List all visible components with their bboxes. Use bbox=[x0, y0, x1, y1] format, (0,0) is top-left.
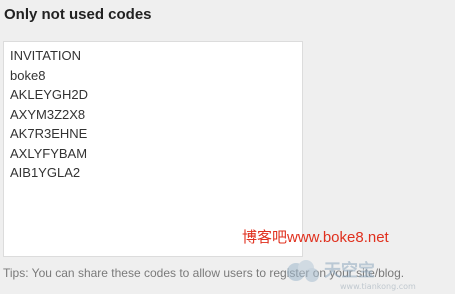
watermark-logo-subtext: www.tiankong.com bbox=[340, 282, 416, 291]
cloud-icon bbox=[287, 260, 319, 282]
code-item: AK7R3EHNE bbox=[10, 126, 88, 141]
section-title: Only not used codes bbox=[4, 6, 152, 23]
code-item: AXYM3Z2X8 bbox=[10, 106, 86, 122]
watermark-logo: 天空宝 www.tiankong.com bbox=[287, 260, 416, 291]
codes-list: INVITATION boke8 AKLEYGH2D AXYM3Z2X8 AK7… bbox=[10, 46, 296, 183]
code-item: INVITATION bbox=[10, 48, 82, 63]
watermark-logo-text: 天空宝 bbox=[324, 260, 375, 281]
code-item: AXLYFYBAM bbox=[10, 145, 88, 161]
code-item: AKLEYGH2D bbox=[10, 87, 89, 102]
watermark-text: 博客吧www.boke8.net bbox=[242, 229, 389, 246]
code-item: boke8 bbox=[10, 67, 46, 83]
code-item: AIB1YGLA2 bbox=[10, 165, 81, 180]
codes-textarea[interactable]: INVITATION boke8 AKLEYGH2D AXYM3Z2X8 AK7… bbox=[3, 41, 303, 257]
